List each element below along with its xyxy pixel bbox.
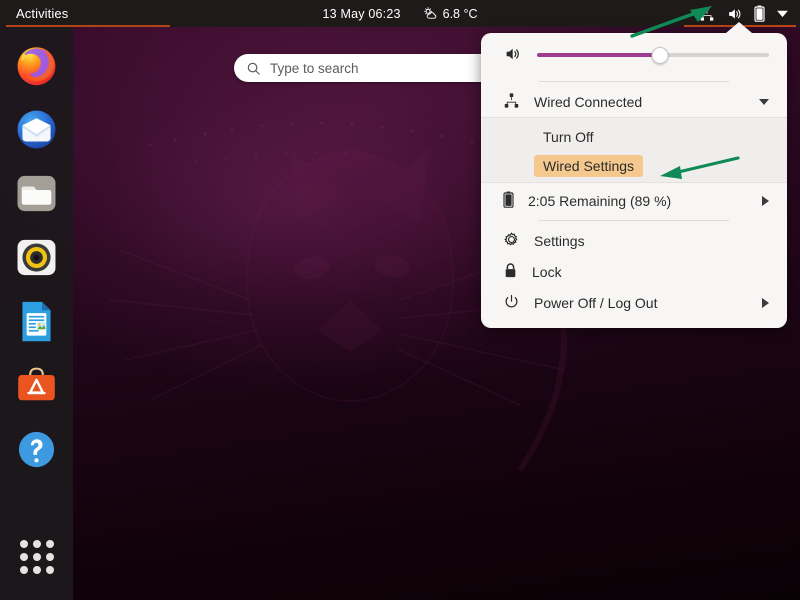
- activities-label: Activities: [16, 6, 69, 21]
- settings-label: Settings: [534, 232, 585, 249]
- network-row[interactable]: Wired Connected: [481, 86, 787, 117]
- search-icon: [247, 62, 260, 75]
- settings-menu-item[interactable]: Settings: [481, 225, 787, 256]
- wired-settings-menu-item[interactable]: Wired Settings: [481, 151, 787, 180]
- power-icon: [503, 293, 520, 313]
- power-expander-chevron-right-icon[interactable]: [762, 297, 769, 308]
- dock-item-firefox[interactable]: [13, 41, 61, 89]
- dock-item-help[interactable]: [13, 425, 61, 473]
- separator-after-volume: [539, 81, 729, 82]
- ubuntu-software-icon: [18, 367, 55, 400]
- lock-label: Lock: [532, 263, 562, 280]
- dock-item-libreoffice-writer[interactable]: [13, 297, 61, 345]
- app-grid-icon: [19, 540, 54, 574]
- battery-label: 2:05 Remaining (89 %): [528, 192, 672, 209]
- separator-after-battery: [539, 220, 729, 221]
- system-menu-chevron-down-icon[interactable]: [776, 9, 789, 18]
- clock-area[interactable]: 13 May 06:23 6.8 °C: [322, 0, 477, 27]
- rhythmbox-icon: [17, 239, 56, 275]
- lock-menu-item[interactable]: Lock: [481, 256, 787, 287]
- turn-off-menu-item[interactable]: Turn Off: [481, 122, 787, 151]
- thunderbird-icon: [17, 110, 56, 148]
- activities-button[interactable]: Activities: [8, 0, 76, 27]
- desktop-screen: Activities 13 May 06:23 6.8 °C Type to s…: [0, 0, 800, 600]
- volume-slider[interactable]: [537, 46, 769, 64]
- system-menu-popup: Wired Connected Turn Off Wired Settings …: [481, 22, 787, 328]
- dock-item-rhythmbox[interactable]: [13, 233, 61, 281]
- activities-active-indicator: [6, 25, 170, 27]
- libreoffice-writer-icon: [22, 301, 51, 341]
- network-expander-chevron-down-icon[interactable]: [759, 98, 769, 105]
- files-icon: [17, 175, 56, 211]
- top-bar: Activities 13 May 06:23 6.8 °C: [0, 0, 800, 27]
- battery-icon: [503, 190, 514, 211]
- dock-item-files[interactable]: [13, 169, 61, 217]
- search-input[interactable]: Type to search: [234, 54, 519, 82]
- turn-off-label: Turn Off: [543, 128, 594, 145]
- wired-settings-label: Wired Settings: [534, 154, 644, 177]
- volume-slider-handle[interactable]: [651, 46, 669, 64]
- volume-row[interactable]: [481, 33, 787, 77]
- battery-row[interactable]: 2:05 Remaining (89 %): [481, 185, 787, 216]
- search-placeholder: Type to search: [270, 60, 359, 76]
- weather-temperature: 6.8 °C: [442, 6, 478, 21]
- favorites-dock: [0, 27, 73, 600]
- show-applications-button[interactable]: [13, 533, 61, 581]
- network-label: Wired Connected: [534, 93, 643, 110]
- datetime-label: 13 May 06:23: [322, 6, 401, 21]
- power-off-label: Power Off / Log Out: [534, 294, 658, 311]
- dock-item-thunderbird[interactable]: [13, 105, 61, 153]
- dock-item-ubuntu-software[interactable]: [13, 361, 61, 409]
- lock-icon: [503, 262, 518, 282]
- battery-status-icon[interactable]: [754, 5, 765, 22]
- power-off-menu-item[interactable]: Power Off / Log Out: [481, 287, 787, 318]
- firefox-icon: [17, 46, 56, 85]
- battery-expander-chevron-right-icon[interactable]: [762, 195, 769, 206]
- network-submenu: Turn Off Wired Settings: [481, 117, 787, 183]
- volume-status-icon[interactable]: [726, 6, 743, 22]
- wired-network-icon: [503, 92, 520, 112]
- volume-high-icon[interactable]: [503, 45, 523, 66]
- network-status-icon[interactable]: [699, 6, 715, 22]
- sun-behind-cloud-icon: [424, 7, 437, 19]
- gear-icon: [503, 231, 520, 251]
- volume-slider-fill: [537, 53, 660, 57]
- help-icon: [18, 431, 55, 467]
- system-menu-pointer: [726, 22, 752, 33]
- weather-indicator[interactable]: 6.8 °C: [423, 6, 478, 21]
